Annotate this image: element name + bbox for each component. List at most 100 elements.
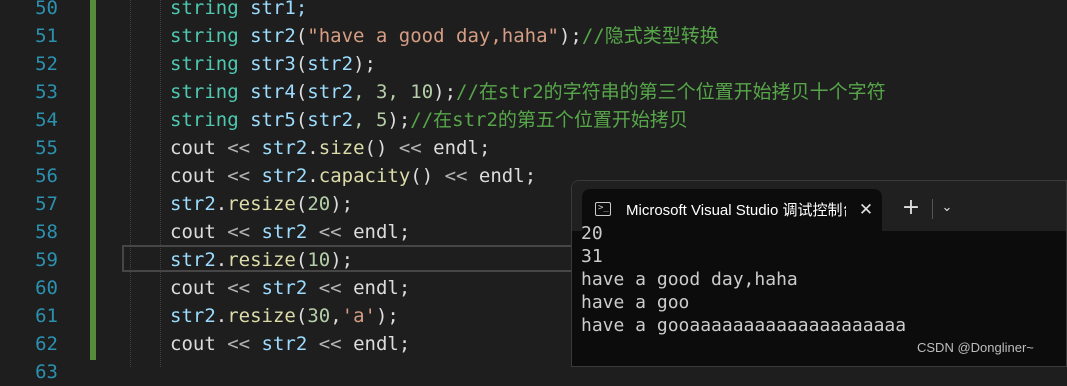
code-line: str2.resize(20); (170, 190, 353, 218)
identifier: str5 (238, 109, 296, 131)
punctuation: ); (353, 53, 376, 75)
string-literal: "have a good day,haha" (307, 25, 559, 47)
line-number: 57 (35, 193, 58, 215)
identifier: str2 (238, 25, 296, 47)
string-literal: 'a' (341, 305, 376, 327)
code-line: cout << str2 << endl; (170, 330, 410, 358)
operator: << (307, 333, 354, 355)
code-line: cout << str2.size() << endl; (170, 134, 490, 162)
identifier: str2 (170, 305, 216, 327)
identifier: endl (353, 221, 399, 243)
identifier: str3 (238, 53, 296, 75)
punctuation: . (307, 165, 319, 187)
code-line: string str1; (170, 0, 307, 22)
indent-guide (160, 0, 161, 367)
close-icon[interactable]: ✕ (855, 199, 877, 221)
identifier: str2 (307, 53, 354, 75)
operator: << (433, 165, 479, 187)
identifier: endl (478, 165, 525, 187)
output-line: have a good day,haha (581, 269, 798, 290)
output-line: 31 (581, 246, 603, 267)
change-bar-end (90, 360, 96, 367)
punctuation: ; (398, 333, 411, 355)
identifier: str2 (261, 137, 308, 159)
number-literal: 10 (410, 81, 434, 103)
function-name: size (318, 137, 365, 159)
terminal-icon: >_ (595, 202, 611, 216)
type-keyword: string (170, 81, 239, 103)
terminal-titlebar[interactable]: >_ Microsoft Visual Studio 调试控制台 ✕ + ⌄ (572, 181, 1066, 231)
punctuation: ); (558, 25, 582, 47)
punctuation: ; (524, 165, 537, 187)
operator: << (307, 221, 354, 243)
operator: << (215, 277, 262, 299)
operator: << (215, 333, 262, 355)
punctuation: . (215, 249, 228, 271)
function-name: resize (227, 193, 296, 215)
identifier: str2 (261, 221, 308, 243)
operator: << (387, 137, 434, 159)
code-line: cout << str2.capacity() << endl; (170, 162, 536, 190)
line-number: 54 (35, 109, 58, 131)
code-line: string str4(str2, 3, 10);//在str2的字符串的第三个… (170, 78, 886, 106)
punctuation: ); (330, 249, 354, 271)
identifier: cout (170, 333, 216, 355)
output-line: have a gooaaaaaaaaaaaaaaaaaaaa (581, 315, 907, 336)
type-keyword: string (170, 0, 239, 19)
type-keyword: string (170, 25, 239, 47)
line-number: 59 (35, 249, 58, 271)
operator: << (215, 165, 262, 187)
punctuation: ( (295, 249, 308, 271)
code-line: string str2("have a good day,haha");//隐式… (170, 22, 719, 50)
line-number: 63 (35, 361, 58, 383)
comment: //在str2的第五个位置开始拷贝 (410, 109, 688, 131)
operator: << (307, 277, 354, 299)
identifier: endl (433, 137, 479, 159)
identifier: str2 (170, 193, 216, 215)
identifier: endl (353, 333, 399, 355)
line-number: 50 (35, 0, 58, 19)
identifier: cout (170, 277, 216, 299)
punctuation: ; (478, 137, 491, 159)
punctuation: ( (295, 53, 308, 75)
identifier: cout (170, 165, 216, 187)
new-tab-button[interactable]: + (900, 197, 922, 219)
line-number: 58 (35, 221, 58, 243)
output-line: have a goo (581, 292, 690, 313)
function-name: resize (227, 305, 296, 327)
identifier: str1; (238, 0, 308, 19)
line-number: 56 (35, 165, 58, 187)
number-literal: 30 (307, 305, 331, 327)
comment: //在str2的字符串的第三个位置开始拷贝十个字符 (456, 81, 886, 103)
punctuation: ( (295, 193, 308, 215)
punctuation: ); (433, 81, 457, 103)
output-line: 20 (581, 223, 603, 244)
punctuation: . (215, 305, 228, 327)
type-keyword: string (170, 53, 239, 75)
code-line: cout << str2 << endl; (170, 274, 410, 302)
watermark: CSDN @Dongliner~ (917, 340, 1034, 355)
punctuation: () (410, 165, 434, 187)
indent-guide (130, 0, 131, 367)
line-number: 51 (35, 25, 58, 47)
code-line: cout << str2 << endl; (170, 218, 410, 246)
function-name: resize (227, 249, 296, 271)
code-line: str2.resize(30,'a'); (170, 302, 399, 330)
identifier: str4 (238, 81, 296, 103)
code-line: str2.resize(10); (170, 246, 353, 274)
identifier: cout (170, 137, 216, 159)
punctuation: . (215, 193, 228, 215)
code-editor[interactable]: 50 51 52 53 54 55 56 57 58 59 60 61 62 6… (0, 0, 1067, 383)
punctuation: ; (398, 277, 411, 299)
identifier: str2 (170, 249, 216, 271)
code-line: string str3(str2); (170, 50, 376, 78)
identifier: str2 (261, 333, 308, 355)
punctuation: , (330, 305, 342, 327)
terminal-tab[interactable]: >_ Microsoft Visual Studio 调试控制台 ✕ (582, 189, 882, 231)
identifier: str2 (261, 277, 308, 299)
punctuation: () (364, 137, 388, 159)
chevron-down-icon[interactable]: ⌄ (936, 197, 958, 219)
comment: //隐式类型转换 (581, 25, 719, 47)
punctuation: ); (330, 193, 354, 215)
operator: << (215, 137, 262, 159)
